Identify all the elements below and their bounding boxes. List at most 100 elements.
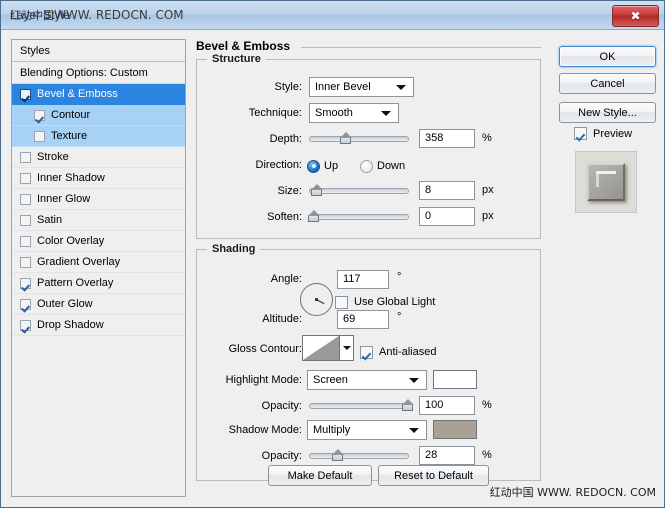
close-button[interactable]: ✖	[612, 5, 659, 27]
size-slider[interactable]	[309, 184, 409, 197]
checkbox-pattern-overlay[interactable]	[20, 277, 31, 289]
sidebar-item-inner-glow[interactable]: Inner Glow	[12, 189, 185, 210]
anti-aliased-label: Anti-aliased	[379, 346, 437, 358]
preview-label: Preview	[593, 127, 633, 140]
depth-slider-thumb[interactable]	[340, 132, 353, 145]
shadow-mode-dropdown[interactable]: Multiply	[307, 420, 427, 440]
checkbox-texture[interactable]	[34, 130, 45, 142]
highlight-mode-dropdown[interactable]: Screen	[307, 370, 427, 390]
sidebar-item-color-overlay[interactable]: Color Overlay	[12, 231, 185, 252]
sidebar-item-label: Inner Glow	[37, 192, 91, 205]
preview-thumbnail-chip	[587, 163, 625, 201]
sidebar-item-label: Bevel & Emboss	[37, 87, 118, 100]
checkbox-bevel-emboss[interactable]	[20, 88, 31, 100]
shadow-mode-label: Shadow Mode:	[228, 424, 302, 436]
highlight-opacity-input[interactable]: 100	[419, 396, 475, 415]
shadow-opacity-slider[interactable]	[309, 449, 409, 462]
technique-dropdown[interactable]: Smooth	[309, 103, 399, 123]
sidebar-item-inner-shadow[interactable]: Inner Shadow	[12, 168, 185, 189]
shadow-opacity-label: Opacity:	[261, 450, 302, 462]
highlight-mode-label: Highlight Mode:	[225, 374, 302, 386]
style-label: Style:	[274, 81, 302, 93]
title-watermark-url: WWW. REDOCN. COM	[54, 8, 184, 22]
checkbox-stroke[interactable]	[20, 151, 31, 163]
highlight-color-swatch[interactable]	[433, 370, 477, 389]
sidebar-item-bevel-emboss[interactable]: Bevel & Emboss	[12, 84, 185, 105]
altitude-unit: °	[397, 311, 402, 323]
effect-panel: Bevel & Emboss Structure Style: Inner Be…	[196, 39, 541, 497]
ok-button[interactable]: OK	[559, 46, 656, 67]
sidebar-item-drop-shadow[interactable]: Drop Shadow	[12, 315, 185, 336]
radio-direction-up[interactable]	[307, 159, 320, 173]
checkbox-preview[interactable]	[574, 127, 587, 140]
chevron-down-icon	[409, 378, 419, 383]
gloss-contour-preview[interactable]	[302, 335, 340, 361]
checkbox-satin[interactable]	[20, 214, 31, 226]
blending-options-row[interactable]: Blending Options: Custom	[12, 62, 185, 84]
sidebar-item-label: Pattern Overlay	[37, 276, 114, 289]
checkbox-drop-shadow[interactable]	[20, 319, 31, 331]
checkbox-use-global-light[interactable]	[335, 295, 348, 309]
reset-to-default-button[interactable]: Reset to Default	[378, 465, 489, 486]
checkbox-gradient-overlay[interactable]	[20, 256, 31, 268]
checkbox-inner-glow[interactable]	[20, 193, 31, 205]
style-dropdown[interactable]: Inner Bevel	[309, 77, 414, 97]
use-global-light-label: Use Global Light	[354, 296, 436, 308]
style-dropdown-value: Inner Bevel	[315, 81, 371, 93]
soften-slider[interactable]	[308, 210, 409, 223]
cancel-button[interactable]: Cancel	[559, 73, 656, 94]
sidebar-item-outer-glow[interactable]: Outer Glow	[12, 294, 185, 315]
preview-option[interactable]: Preview	[574, 127, 632, 140]
direction-up-option[interactable]: Up	[307, 155, 338, 177]
highlight-opacity-slider[interactable]	[309, 399, 414, 411]
sidebar-item-pattern-overlay[interactable]: Pattern Overlay	[12, 273, 185, 294]
soften-slider-thumb[interactable]	[308, 210, 321, 223]
shadow-mode-value: Multiply	[313, 424, 351, 436]
highlight-mode-value: Screen	[313, 374, 348, 386]
sidebar-item-gradient-overlay[interactable]: Gradient Overlay	[12, 252, 185, 273]
anti-aliased-option[interactable]: Anti-aliased	[360, 341, 436, 363]
checkbox-outer-glow[interactable]	[20, 298, 31, 310]
chevron-down-icon	[409, 428, 419, 433]
direction-label: Direction:	[255, 159, 302, 171]
sidebar-item-label: Texture	[51, 129, 88, 142]
styles-panel-header: Styles	[12, 40, 185, 62]
angle-input[interactable]: 117	[337, 270, 389, 289]
radio-direction-down[interactable]	[360, 159, 373, 173]
checkbox-contour[interactable]	[34, 109, 45, 121]
title-bar: Layer Style 红动中国WWW. REDOCN. COM ✖	[1, 1, 664, 30]
sidebar-item-stroke[interactable]: Stroke	[12, 147, 185, 168]
soften-input[interactable]: 0	[419, 207, 475, 226]
direction-down-option[interactable]: Down	[360, 155, 405, 177]
depth-unit: %	[482, 132, 492, 144]
sidebar-item-label: Color Overlay	[37, 234, 105, 247]
size-input[interactable]: 8	[419, 181, 475, 200]
depth-slider[interactable]	[309, 132, 409, 145]
angle-dial[interactable]	[300, 283, 333, 316]
sidebar-item-texture[interactable]: Texture	[12, 126, 185, 147]
checkbox-color-overlay[interactable]	[20, 235, 31, 247]
shadow-opacity-slider-thumb[interactable]	[332, 449, 345, 462]
soften-unit: px	[482, 210, 494, 222]
chevron-down-icon	[381, 111, 391, 116]
size-unit: px	[482, 184, 494, 196]
gloss-contour-label: Gloss Contour:	[228, 343, 302, 355]
make-default-button[interactable]: Make Default	[268, 465, 372, 486]
altitude-label: Altitude:	[262, 313, 302, 325]
checkbox-inner-shadow[interactable]	[20, 172, 31, 184]
shadow-color-swatch[interactable]	[433, 420, 477, 439]
altitude-input[interactable]: 69	[337, 310, 389, 329]
sidebar-item-contour[interactable]: Contour	[12, 105, 185, 126]
title-watermark-cn: 红动中国	[10, 9, 54, 22]
checkbox-anti-aliased[interactable]	[360, 345, 373, 359]
depth-input[interactable]: 358	[419, 129, 475, 148]
angle-unit: °	[397, 271, 402, 283]
sidebar-item-satin[interactable]: Satin	[12, 210, 185, 231]
shadow-opacity-input[interactable]: 28	[419, 446, 475, 465]
title-watermark: 红动中国WWW. REDOCN. COM	[10, 7, 184, 23]
gloss-contour-dropdown-button[interactable]	[340, 335, 354, 361]
chevron-down-icon	[396, 85, 406, 90]
highlight-opacity-slider-thumb[interactable]	[402, 399, 415, 412]
new-style-button[interactable]: New Style...	[559, 102, 656, 123]
size-slider-thumb[interactable]	[311, 184, 324, 197]
